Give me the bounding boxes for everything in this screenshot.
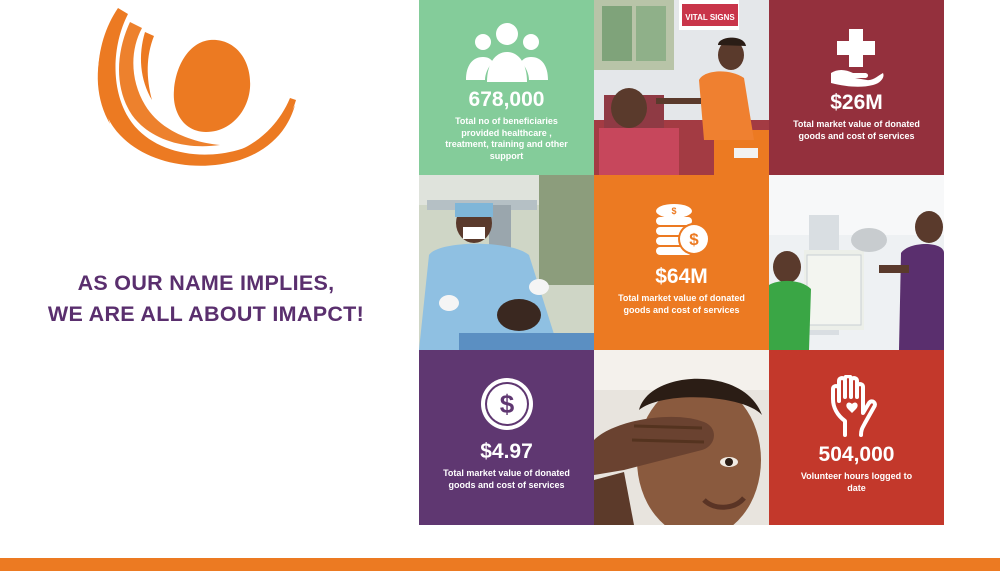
tagline-line-1: AS OUR NAME IMPLIES, bbox=[77, 271, 335, 295]
people-group-icon bbox=[465, 23, 548, 82]
impact-grid: 678,000 Total no of beneficiaries provid… bbox=[419, 0, 945, 526]
heart-hand-icon bbox=[830, 375, 877, 437]
orange-swirl-logo-icon bbox=[97, 8, 296, 166]
volunteer-hours-value: 504,000 bbox=[818, 443, 895, 466]
nurse-checking-patient-image: VITAL SIGNS bbox=[594, 0, 769, 175]
svg-text:$: $ bbox=[499, 389, 514, 419]
donated-497-caption: Total market value of donated goods and … bbox=[443, 468, 570, 490]
dollar-coin-icon: $ bbox=[480, 378, 533, 430]
tile-donated-64m: $ $ $64M Total market value of donated g… bbox=[594, 175, 769, 350]
medical-cross-hand-icon bbox=[830, 29, 884, 87]
tile-donated-497: $ $4.97 Total market value of donated go… bbox=[419, 350, 594, 525]
donated-497-value: $4.97 bbox=[480, 440, 533, 463]
donated-64m-value: $64M bbox=[655, 265, 708, 288]
bottom-accent-bar bbox=[0, 558, 1000, 571]
eye-exam-equipment-image bbox=[769, 175, 944, 350]
eye-surgery-image bbox=[419, 175, 594, 350]
photo-eye-surgery bbox=[419, 175, 594, 350]
svg-text:$: $ bbox=[689, 230, 699, 249]
volunteer-hours-caption: Volunteer hours logged to date bbox=[800, 471, 913, 493]
photo-child-eye-test bbox=[594, 350, 769, 525]
beneficiaries-caption: Total no of beneficiaries provided healt… bbox=[445, 116, 568, 161]
tagline: AS OUR NAME IMPLIES, WE ARE ALL ABOUT IM… bbox=[0, 268, 412, 330]
tile-donated-26m: $26M Total market value of donated goods… bbox=[769, 0, 944, 175]
child-eye-test-image bbox=[594, 350, 769, 525]
donated-26m-value: $26M bbox=[830, 91, 883, 114]
tagline-line-2: WE ARE ALL ABOUT IMAPCT! bbox=[47, 302, 365, 326]
tile-beneficiaries: 678,000 Total no of beneficiaries provid… bbox=[419, 0, 594, 175]
tile-volunteer-hours: 504,000 Volunteer hours logged to date bbox=[769, 350, 944, 525]
donated-64m-caption: Total market value of donated goods and … bbox=[618, 293, 745, 315]
vital-signs-sign-text: VITAL SIGNS bbox=[685, 13, 735, 22]
svg-text:$: $ bbox=[671, 206, 676, 216]
photo-vital-signs: VITAL SIGNS bbox=[594, 0, 769, 175]
coin-stack-icon: $ $ bbox=[655, 204, 710, 255]
photo-eye-exam bbox=[769, 175, 944, 350]
beneficiaries-value: 678,000 bbox=[468, 88, 545, 111]
donated-26m-caption: Total market value of donated goods and … bbox=[793, 119, 920, 141]
